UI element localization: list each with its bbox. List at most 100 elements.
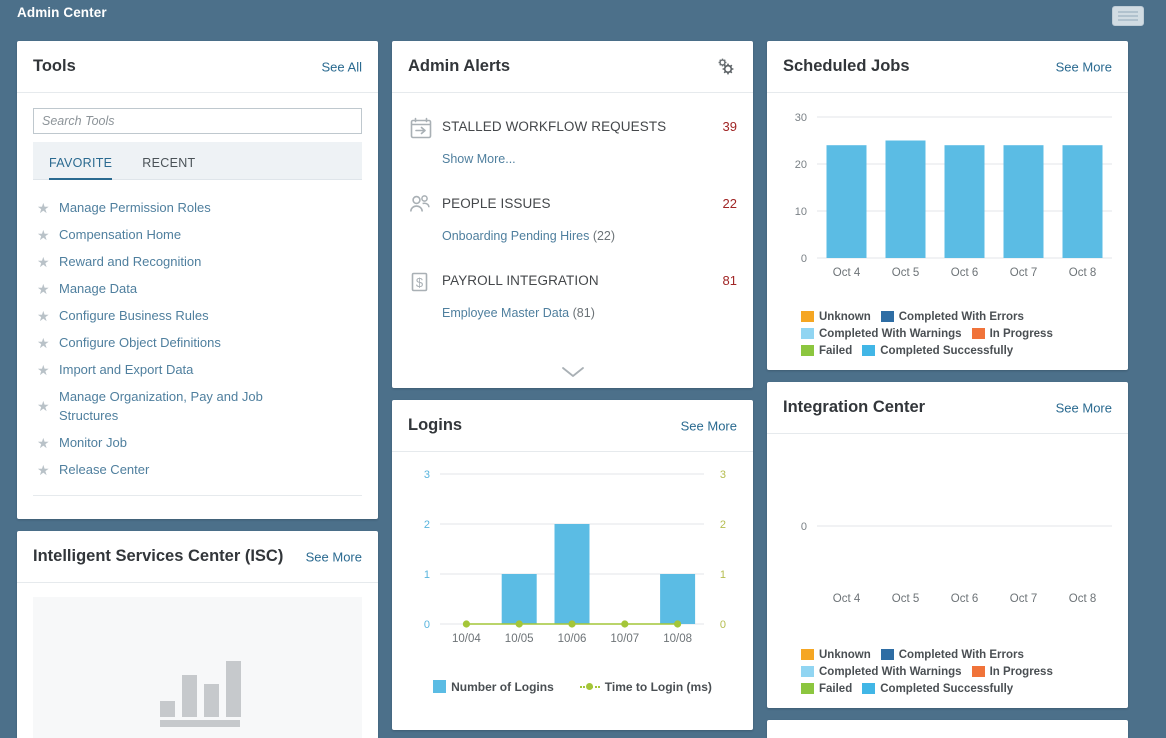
alert-name: PAYROLL INTEGRATION bbox=[442, 273, 599, 288]
tool-item-label: Manage Organization, Pay and Job Structu… bbox=[59, 389, 263, 423]
legend-label: Unknown bbox=[819, 310, 871, 323]
tool-item-configure-object-definitions[interactable]: ★ Configure Object Definitions bbox=[33, 329, 362, 356]
svg-text:0: 0 bbox=[801, 521, 807, 533]
star-icon: ★ bbox=[37, 226, 50, 243]
legend-label: Completed With Errors bbox=[898, 648, 1024, 661]
legend-label: Completed With Errors bbox=[898, 310, 1024, 323]
svg-text:Oct 7: Oct 7 bbox=[1010, 267, 1037, 279]
legend-item-failed: Failed bbox=[801, 680, 852, 697]
legend-swatch bbox=[880, 311, 894, 322]
tools-see-all-link[interactable]: See All bbox=[322, 59, 362, 74]
legend-swatch bbox=[801, 666, 814, 677]
scheduled-jobs-title: Scheduled Jobs bbox=[783, 57, 910, 75]
legend-swatch bbox=[801, 311, 814, 322]
svg-text:10/07: 10/07 bbox=[610, 633, 639, 645]
tool-item-manage-organization-pay-and-job-structures[interactable]: ★ Manage Organization, Pay and Job Struc… bbox=[33, 383, 362, 429]
chevron-down-icon[interactable] bbox=[392, 364, 753, 380]
svg-text:10/08: 10/08 bbox=[663, 633, 692, 645]
star-icon: ★ bbox=[37, 398, 50, 414]
legend-item-completed-with-warnings: Completed With Warnings bbox=[801, 325, 962, 342]
legend-swatch bbox=[801, 345, 814, 356]
alert-sub-row-onboarding-pending-hires[interactable]: Onboarding Pending Hires (22) bbox=[442, 229, 737, 243]
svg-text:2: 2 bbox=[424, 519, 430, 531]
logins-panel: Logins See More 0 1 2 3 0 1 2 3 10/04 10/05 10/06 1… bbox=[392, 400, 753, 730]
tool-item-label: Release Center bbox=[59, 462, 150, 477]
tool-item-monitor-job[interactable]: ★ Monitor Job bbox=[33, 429, 362, 456]
top-header-bar: Admin Center bbox=[0, 0, 1166, 30]
scheduled-jobs-chart: 0 10 20 30 Oct 4 Oct 5 Oct 6 Oct 7 Oct 8 bbox=[767, 93, 1128, 308]
legend-swatch bbox=[862, 683, 876, 694]
tool-item-configure-business-rules[interactable]: ★ Configure Business Rules bbox=[33, 302, 362, 329]
svg-text:Oct 6: Oct 6 bbox=[951, 593, 978, 605]
svg-text:1: 1 bbox=[424, 569, 430, 581]
logins-see-more-link[interactable]: See More bbox=[681, 418, 737, 433]
tools-title: Tools bbox=[33, 57, 76, 75]
tool-item-label: Configure Business Rules bbox=[59, 308, 209, 323]
star-icon: ★ bbox=[37, 280, 50, 297]
legend-swatch bbox=[862, 345, 876, 356]
alert-show-more-link[interactable]: Show More... bbox=[442, 152, 737, 166]
scheduled-jobs-panel: Scheduled Jobs See More 0 10 20 30 Oct 4 Oct … bbox=[767, 41, 1128, 370]
integration-center-legend: Unknown Completed With Errors Completed … bbox=[767, 646, 1067, 697]
tool-item-manage-data[interactable]: ★ Manage Data bbox=[33, 275, 362, 302]
legend-label: Failed bbox=[819, 682, 853, 695]
legend-item-completed-with-errors: Completed With Errors bbox=[880, 308, 1024, 325]
legend-label: Time to Login (ms) bbox=[604, 679, 712, 694]
isc-panel-header: Intelligent Services Center (ISC) See Mo… bbox=[17, 531, 378, 583]
svg-text:20: 20 bbox=[795, 159, 807, 171]
alert-sub-row-employee-master-data[interactable]: Employee Master Data (81) bbox=[442, 306, 737, 320]
tile-view-icon[interactable] bbox=[1112, 6, 1144, 26]
tab-recent[interactable]: RECENT bbox=[142, 156, 207, 179]
logins-header: Logins See More bbox=[392, 400, 753, 452]
admin-alerts-header: Admin Alerts bbox=[392, 41, 753, 93]
star-icon: ★ bbox=[37, 334, 50, 351]
legend-swatch bbox=[971, 666, 985, 677]
alert-count: 22 bbox=[722, 196, 737, 211]
tool-item-import-and-export-data[interactable]: ★ Import and Export Data bbox=[33, 356, 362, 383]
integration-center-see-more-link[interactable]: See More bbox=[1056, 400, 1112, 415]
alert-sub-link[interactable]: Onboarding Pending Hires bbox=[442, 229, 589, 243]
integration-center-title: Integration Center bbox=[783, 398, 926, 416]
alert-count: 81 bbox=[722, 273, 737, 288]
search-tools-input[interactable] bbox=[33, 108, 362, 134]
star-icon: ★ bbox=[37, 199, 50, 216]
isc-see-more-link[interactable]: See More bbox=[306, 549, 362, 564]
tool-item-compensation-home[interactable]: ★ Compensation Home bbox=[33, 221, 362, 248]
star-icon: ★ bbox=[37, 253, 50, 270]
alert-row-stalled-workflow-requests[interactable]: STALLED WORKFLOW REQUESTS 39 bbox=[408, 115, 737, 145]
legend-swatch bbox=[880, 649, 894, 660]
svg-text:10: 10 bbox=[795, 206, 807, 218]
legend-item-failed: Failed bbox=[801, 342, 852, 359]
tool-item-reward-and-recognition[interactable]: ★ Reward and Recognition bbox=[33, 248, 362, 275]
tool-item-manage-permission-roles[interactable]: ★ Manage Permission Roles bbox=[33, 194, 362, 221]
people-icon bbox=[408, 192, 442, 222]
admin-alerts-body: STALLED WORKFLOW REQUESTS 39 Show More..… bbox=[392, 93, 753, 320]
alert-row-payroll-integration[interactable]: $ PAYROLL INTEGRATION 81 bbox=[408, 269, 737, 299]
star-icon: ★ bbox=[37, 307, 50, 324]
star-icon: ★ bbox=[37, 461, 50, 478]
tab-favorite[interactable]: FAVORITE bbox=[49, 156, 124, 180]
gears-settings-icon[interactable] bbox=[713, 54, 739, 80]
admin-alerts-title: Admin Alerts bbox=[408, 57, 511, 75]
legend-label: Number of Logins bbox=[451, 679, 554, 694]
tools-panel: Tools See All FAVORITE RECENT ★ Manage P… bbox=[17, 41, 378, 519]
dollar-box-icon: $ bbox=[408, 269, 442, 299]
legend-label: In Progress bbox=[989, 665, 1053, 678]
alert-sub-link[interactable]: Employee Master Data bbox=[442, 306, 569, 320]
alert-row-people-issues[interactable]: PEOPLE ISSUES 22 bbox=[408, 192, 737, 222]
star-icon: ★ bbox=[37, 434, 50, 451]
tools-list: ★ Manage Permission Roles ★ Compensation… bbox=[17, 180, 378, 483]
tool-item-release-center[interactable]: ★ Release Center bbox=[33, 456, 362, 483]
legend-item-unknown: Unknown bbox=[801, 308, 871, 325]
tools-panel-header: Tools See All bbox=[17, 41, 378, 93]
svg-text:Oct 8: Oct 8 bbox=[1069, 593, 1096, 605]
legend-label: Completed With Warnings bbox=[819, 327, 962, 340]
svg-text:2: 2 bbox=[720, 519, 726, 531]
legend-item-completed-successfully: Completed Successfully bbox=[862, 680, 1013, 697]
tool-item-label: Manage Permission Roles bbox=[59, 200, 211, 215]
scheduled-jobs-see-more-link[interactable]: See More bbox=[1056, 59, 1112, 74]
svg-text:$: $ bbox=[416, 275, 424, 290]
svg-text:10/04: 10/04 bbox=[452, 633, 481, 645]
calendar-arrow-icon bbox=[408, 115, 442, 145]
tool-item-label: Manage Data bbox=[59, 281, 138, 296]
